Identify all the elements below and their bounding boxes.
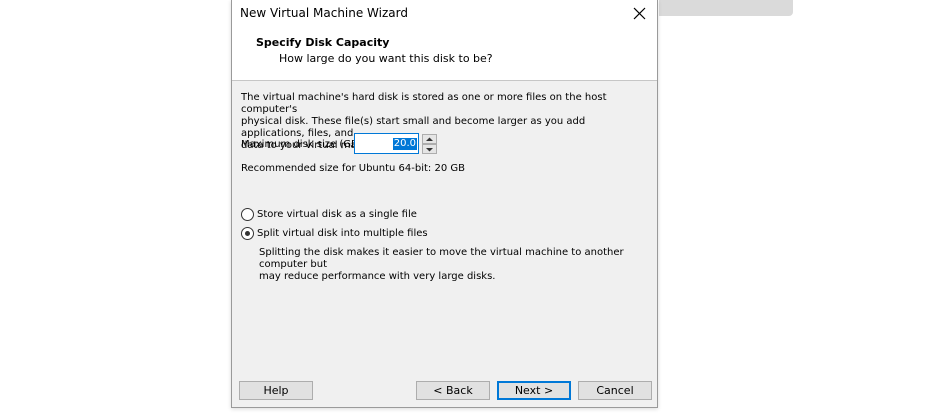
split-description: Splitting the disk makes it easier to mo… [259, 247, 624, 282]
disk-size-label: Maximum disk size (GB): [241, 139, 366, 150]
page-title: Specify Disk Capacity [256, 36, 390, 49]
multiple-files-label[interactable]: Split virtual disk into multiple files [257, 228, 428, 239]
next-button[interactable]: Next > [497, 381, 571, 400]
disk-size-value: 20.0 [392, 138, 417, 150]
disk-size-input[interactable]: 20.0 [354, 133, 419, 154]
title-bar: New Virtual Machine Wizard [232, 0, 657, 28]
page-subtitle: How large do you want this disk to be? [279, 52, 493, 65]
radio-selected-dot [245, 231, 250, 236]
spin-up-button[interactable] [422, 134, 437, 144]
single-file-radio[interactable] [241, 208, 254, 221]
close-button[interactable] [623, 0, 657, 28]
single-file-label[interactable]: Store virtual disk as a single file [257, 209, 417, 220]
wizard-header: Specify Disk Capacity How large do you w… [232, 28, 657, 81]
multiple-files-radio[interactable] [241, 227, 254, 240]
spin-down-button[interactable] [422, 144, 437, 154]
arrow-up-icon [426, 137, 433, 141]
back-button[interactable]: < Back [416, 381, 490, 400]
disk-size-spinner [422, 134, 437, 154]
help-button[interactable]: Help [239, 381, 313, 400]
recommended-size: Recommended size for Ubuntu 64-bit: 20 G… [241, 163, 465, 174]
new-vm-wizard-dialog: New Virtual Machine Wizard Specify Disk … [231, 0, 658, 408]
window-title: New Virtual Machine Wizard [240, 6, 408, 20]
cancel-button[interactable]: Cancel [578, 381, 652, 400]
arrow-down-icon [426, 148, 433, 152]
background-window-panel [659, 0, 793, 16]
close-icon [633, 7, 646, 20]
